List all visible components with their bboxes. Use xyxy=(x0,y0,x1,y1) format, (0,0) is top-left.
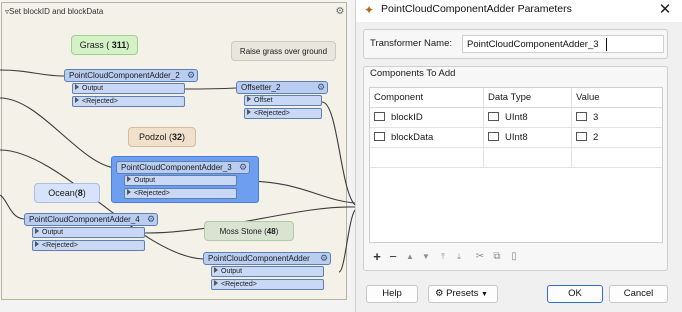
rejected-port[interactable]: <Rejected> xyxy=(72,96,185,107)
component-cell[interactable]: blockID xyxy=(370,108,484,128)
copy-icon[interactable]: ⧉ xyxy=(490,250,504,264)
table-row-empty[interactable] xyxy=(370,148,662,168)
move-up-icon[interactable]: ▲ xyxy=(403,250,417,264)
output-port[interactable]: Output xyxy=(72,83,185,94)
parameters-dialog: ✦ PointCloudComponentAdder Parameters ✕ … xyxy=(355,0,682,312)
annotation-moss-stone[interactable]: Moss Stone (48) xyxy=(204,221,294,241)
output-port[interactable]: Output xyxy=(124,175,237,186)
value-cell[interactable]: 2 xyxy=(572,128,662,148)
annotation-raise-grass[interactable]: Raise grass over ground xyxy=(231,41,336,61)
transformer-adder[interactable]: PointCloudComponentAdder ⚙ Output <Rejec… xyxy=(203,252,331,292)
cell-editor-icon xyxy=(576,132,587,141)
component-cell[interactable]: blockData xyxy=(370,128,484,148)
output-port[interactable]: Output xyxy=(32,227,145,238)
transformer-gear-icon[interactable]: ⚙ xyxy=(238,162,248,173)
transformer-gear-icon[interactable]: ⚙ xyxy=(146,214,156,225)
transformer-adder-3[interactable]: PointCloudComponentAdder_3 ⚙ Output <Rej… xyxy=(116,161,250,201)
table-row[interactable]: blockID UInt8 3 xyxy=(370,108,662,128)
component-cell[interactable] xyxy=(370,148,484,168)
wire-adder-out xyxy=(338,209,355,273)
rejected-port[interactable]: <Rejected> xyxy=(244,108,322,119)
transformer-offsetter-2[interactable]: Offsetter_2 ⚙ Offset <Rejected> xyxy=(236,81,328,121)
column-header-component[interactable]: Component xyxy=(370,88,484,108)
transformer-gear-icon[interactable]: ⚙ xyxy=(319,253,329,264)
port-expand-icon xyxy=(35,228,39,234)
transformer-adder-4[interactable]: PointCloudComponentAdder_4 ⚙ Output <Rej… xyxy=(24,213,158,253)
cell-editor-icon xyxy=(576,112,587,121)
cell-editor-icon xyxy=(488,132,499,141)
move-bottom-icon[interactable]: ⤓ xyxy=(452,250,466,264)
transformer-gear-icon[interactable]: ⚙ xyxy=(316,82,326,93)
table-row[interactable]: blockData UInt8 2 xyxy=(370,128,662,148)
column-header-value[interactable]: Value xyxy=(572,88,662,108)
wire-in-adder4 xyxy=(0,194,25,220)
rejected-port[interactable]: <Rejected> xyxy=(32,240,145,251)
transformer-header[interactable]: PointCloudComponentAdder_2 ⚙ xyxy=(64,69,198,82)
paste-icon[interactable]: ▯ xyxy=(507,250,521,264)
minus-icon[interactable]: − xyxy=(386,250,400,264)
port-expand-icon xyxy=(214,267,218,273)
transformer-header[interactable]: PointCloudComponentAdder ⚙ xyxy=(203,252,331,265)
port-expand-icon xyxy=(75,97,79,103)
text-caret xyxy=(606,38,607,51)
transformer-app-icon: ✦ xyxy=(363,3,375,17)
transformer-gear-icon[interactable]: ⚙ xyxy=(186,70,196,81)
help-button[interactable]: Help xyxy=(366,285,418,303)
transformer-adder-2[interactable]: PointCloudComponentAdder_2 ⚙ Output <Rej… xyxy=(64,69,198,109)
rejected-port[interactable]: <Rejected> xyxy=(211,279,324,290)
cell-editor-icon xyxy=(488,112,499,121)
cancel-button[interactable]: Cancel xyxy=(609,285,668,303)
move-down-icon[interactable]: ▼ xyxy=(419,250,433,264)
transformer-header[interactable]: Offsetter_2 ⚙ xyxy=(236,81,328,94)
offset-port[interactable]: Offset xyxy=(244,95,322,106)
transformer-header[interactable]: PointCloudComponentAdder_3 ⚙ xyxy=(116,161,250,174)
data-type-cell[interactable]: UInt8 xyxy=(484,108,572,128)
dialog-titlebar[interactable]: ✦ PointCloudComponentAdder Parameters ✕ xyxy=(356,0,682,22)
close-icon[interactable]: ✕ xyxy=(653,0,677,20)
rejected-port[interactable]: <Rejected> xyxy=(124,188,237,199)
chevron-down-icon: ▼ xyxy=(481,291,488,298)
port-expand-icon xyxy=(127,189,131,195)
transformer-name-input[interactable] xyxy=(462,35,664,53)
presets-button[interactable]: ⚙ Presets ▼ xyxy=(428,285,498,303)
data-type-cell[interactable]: UInt8 xyxy=(484,128,572,148)
transformer-header[interactable]: PointCloudComponentAdder_4 ⚙ xyxy=(24,213,158,226)
data-type-cell[interactable] xyxy=(484,148,572,168)
port-expand-icon xyxy=(247,96,251,102)
workspace-canvas[interactable]: ▿Set blockID and blockData ⚙ Grass ( 311… xyxy=(0,0,355,312)
output-port[interactable]: Output xyxy=(211,266,324,277)
transformer-name-label: Transformer Name: xyxy=(370,38,452,49)
port-expand-icon xyxy=(214,280,218,286)
cut-icon[interactable]: ✂ xyxy=(473,250,487,264)
port-expand-icon xyxy=(127,176,131,182)
plus-icon[interactable]: + xyxy=(370,250,384,264)
port-expand-icon xyxy=(75,84,79,90)
column-header-data-type[interactable]: Data Type xyxy=(484,88,572,108)
port-expand-icon xyxy=(35,241,39,247)
port-expand-icon xyxy=(247,109,251,115)
annotation-ocean[interactable]: Ocean(8) xyxy=(34,183,100,203)
annotation-grass[interactable]: Grass ( 311) xyxy=(71,35,138,55)
components-group: Components To Add Component Data Type Va… xyxy=(363,66,668,271)
wire-adder3-out xyxy=(244,180,355,204)
value-cell[interactable]: 3 xyxy=(572,108,662,128)
components-table[interactable]: Component Data Type Value blockID UInt8 … xyxy=(369,87,663,243)
transformer-name-group: Transformer Name: xyxy=(363,29,668,59)
cell-editor-icon xyxy=(374,112,385,121)
components-label: Components To Add xyxy=(370,68,456,79)
move-top-icon[interactable]: ⤒ xyxy=(436,250,450,264)
cell-editor-icon xyxy=(374,132,385,141)
ok-button[interactable]: OK xyxy=(547,285,603,303)
wire-in-adder2 xyxy=(0,69,65,77)
presets-gear-icon: ⚙ xyxy=(435,288,444,299)
value-cell[interactable] xyxy=(572,148,662,168)
annotation-podzol[interactable]: Podzol (32) xyxy=(128,127,196,147)
dialog-title: PointCloudComponentAdder Parameters xyxy=(381,3,572,15)
